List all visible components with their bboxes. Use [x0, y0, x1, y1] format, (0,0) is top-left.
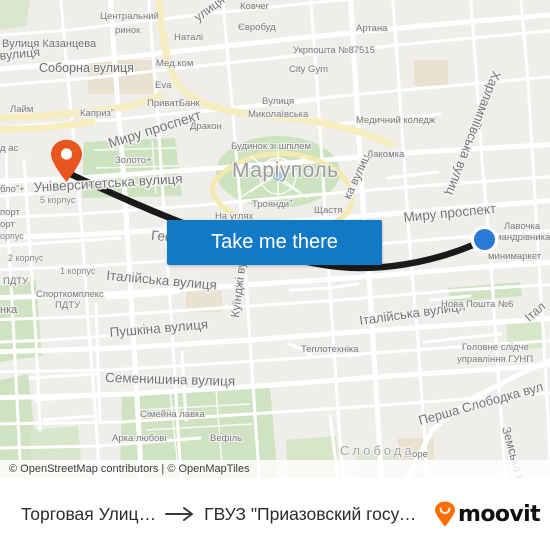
map-attribution: © OpenStreetMap contributors | © OpenMap… — [0, 460, 550, 478]
attribution-text[interactable]: © OpenStreetMap contributors | © OpenMap… — [9, 463, 250, 475]
moovit-map-screenshot: вулиця улиця Миру проспект Університетсь… — [0, 0, 550, 550]
origin-pin-marker[interactable] — [50, 139, 83, 183]
route-summary: Торговая Улиц… ГВУЗ "Приазовский государ… — [10, 504, 430, 525]
moovit-wordmark: moovit — [458, 501, 541, 527]
park-pond — [273, 171, 283, 181]
take-me-there-button[interactable]: Take me there — [167, 220, 382, 265]
map-canvas[interactable]: вулиця улиця Миру проспект Університетсь… — [0, 0, 550, 478]
route-destination-label: ГВУЗ "Приазовский государст… — [204, 503, 419, 524]
arrow-right-icon — [165, 507, 194, 521]
moovit-logo[interactable]: moovit — [434, 501, 541, 527]
route-origin-label: Торговая Улиц… — [20, 503, 157, 524]
route-footer-bar: Торговая Улиц… ГВУЗ "Приазовский государ… — [0, 478, 550, 550]
moovit-pin-icon — [435, 501, 456, 527]
destination-dot-marker[interactable] — [470, 225, 499, 254]
